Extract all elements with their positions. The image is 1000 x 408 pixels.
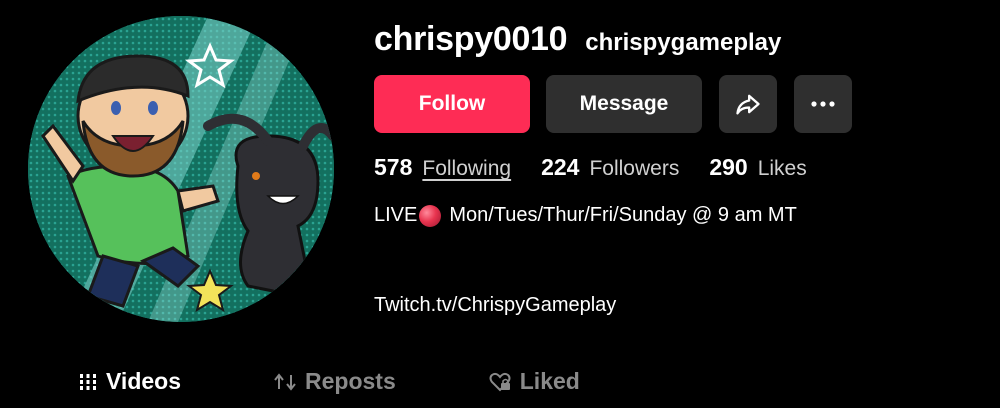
tab-reposts[interactable]: Reposts [273,368,396,395]
profile-stats: 578 Following 224 Followers 290 Likes [374,154,837,181]
grid-bars-icon [78,372,98,392]
share-button[interactable] [719,75,777,133]
likes-label: Likes [757,157,807,180]
followers-label[interactable]: Followers [589,157,679,181]
likes-stat: 290 Likes [709,154,806,181]
bio-schedule: LIVE Mon/Tues/Thur/Fri/Sunday @ 9 am MT [374,204,797,227]
follow-button[interactable]: Follow [374,75,530,133]
followers-stat[interactable]: 224 Followers [541,154,679,181]
profile-page: chrispy0010 chrispygameplay Follow Messa… [0,0,1000,408]
avatar[interactable] [28,16,334,322]
username: chrispy0010 [374,20,568,58]
tab-reposts-label: Reposts [305,368,396,394]
profile-name-row: chrispy0010 chrispygameplay [374,20,781,59]
avatar-illustration [28,16,334,322]
likes-count: 290 [709,154,748,180]
tab-videos[interactable]: Videos [78,368,181,395]
followers-count: 224 [541,154,580,180]
bio-link: Twitch.tv/ChrispyGameplay [374,294,616,317]
tab-liked-label: Liked [519,368,580,394]
share-arrow-icon [736,94,760,115]
repost-icon [273,371,297,393]
following-link[interactable]: Following [422,157,511,181]
heart-lock-icon [488,371,512,393]
following-stat[interactable]: 578 Following [374,154,511,181]
nickname: chrispygameplay [585,29,782,56]
following-count: 578 [374,154,413,180]
tab-liked[interactable]: Liked [488,368,580,395]
twitch-link-text: Twitch.tv/ChrispyGameplay [374,294,617,316]
more-options-button[interactable] [794,75,852,133]
message-button[interactable]: Message [546,75,702,133]
schedule-text: Mon/Tues/Thur/Fri/Sunday @ 9 am MT [449,204,797,226]
more-dots-icon [811,101,835,107]
tab-videos-label: Videos [106,368,181,394]
profile-tabs: Videos Reposts Liked [78,368,580,395]
live-prefix: LIVE [374,204,418,226]
red-circle-icon [419,204,442,227]
